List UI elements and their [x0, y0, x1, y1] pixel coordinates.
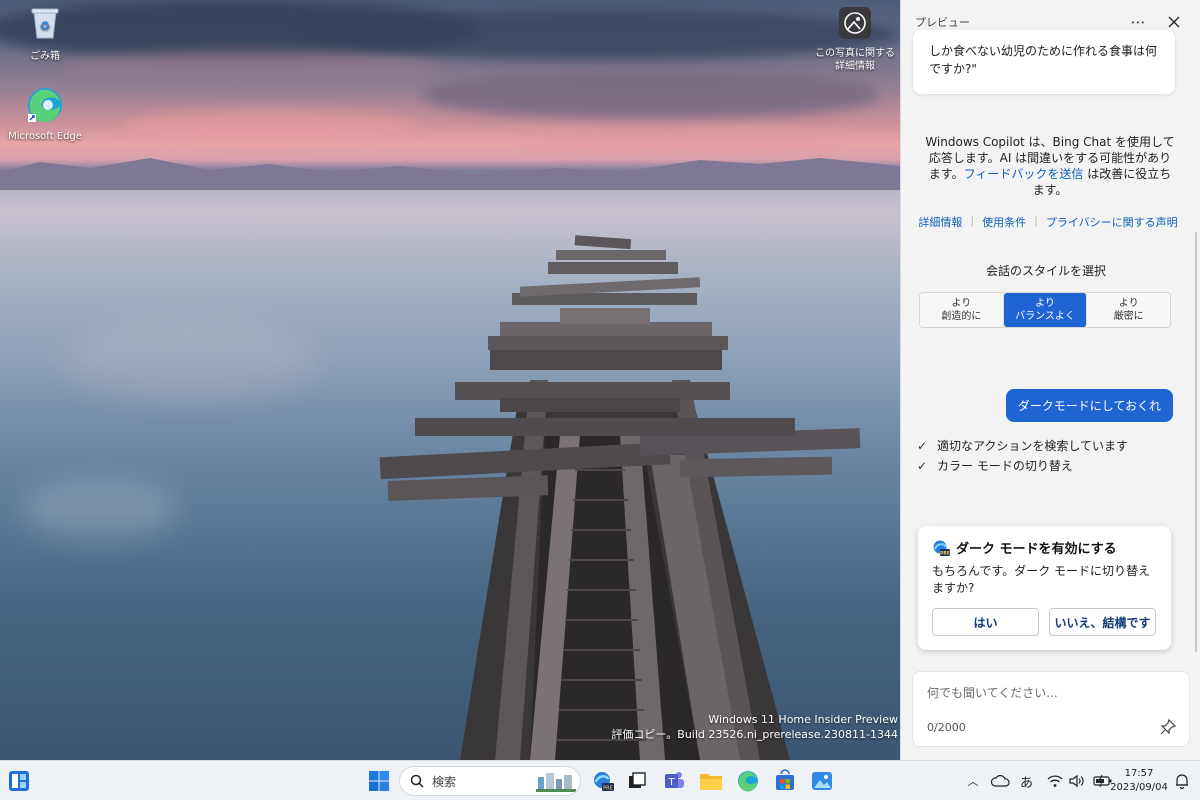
feedback-link[interactable]: フィードバックを送信	[964, 167, 1084, 181]
wifi-icon[interactable]	[1047, 774, 1063, 788]
widgets-button[interactable]	[5, 767, 33, 795]
desktop-icon-recycle-bin[interactable]: ♻ ごみ箱	[5, 6, 85, 62]
style-line2: バランスよく	[1015, 311, 1075, 322]
action-card-title-row: PRE ダーク モードを有効にする	[932, 538, 1157, 557]
link-separator: |	[1034, 214, 1038, 227]
link-separator: |	[970, 214, 975, 227]
search-icon	[410, 774, 424, 788]
system-tray: ︿ あ	[962, 761, 1113, 800]
suggestion-card[interactable]: しか食べない幼児のために作れる食事は何ですか?"	[913, 30, 1175, 94]
taskbar-clock[interactable]: 17:57 2023/09/04	[1108, 767, 1170, 795]
style-precise-button[interactable]: より 厳密に	[1087, 293, 1170, 327]
action-card-body: もちろんです。ダーク モードに切り替えますか?	[932, 564, 1151, 595]
status-text: カラー モードの切り替え	[937, 459, 1073, 473]
ime-indicator[interactable]: あ	[1020, 772, 1033, 791]
style-line1: より	[1035, 298, 1055, 309]
link-privacy[interactable]: プライバシーに関する声明	[1046, 214, 1178, 230]
action-card-title: ダーク モードを有効にする	[956, 542, 1117, 557]
folder-icon	[700, 774, 722, 790]
status-item: ✓ カラー モードの切り替え	[917, 457, 1073, 474]
build-watermark: Windows 11 Home Insider Preview 評価コピー。Bu…	[611, 712, 898, 742]
start-button[interactable]	[365, 767, 393, 795]
watermark-line-2: 評価コピー。Build 23526.ni_prerelease.230811-1…	[611, 728, 898, 741]
photos-button[interactable]	[808, 767, 836, 795]
onedrive-icon[interactable]	[990, 774, 1010, 788]
watermark-line-1: Windows 11 Home Insider Preview	[708, 713, 898, 726]
store-icon	[776, 769, 794, 790]
clock-time: 17:57	[1124, 768, 1154, 779]
yes-button[interactable]: はい	[932, 608, 1039, 636]
copilot-pre-icon: PRE	[933, 540, 950, 556]
action-card-buttons: はい いいえ、結構です	[932, 608, 1156, 636]
chat-input[interactable]	[927, 682, 1167, 704]
desktop-icon-label: ごみ箱	[30, 51, 60, 62]
task-view-icon	[629, 772, 646, 788]
style-balanced-button[interactable]: より バランスよく	[1003, 293, 1088, 327]
status-item: ✓ 適切なアクションを検索しています	[917, 437, 1128, 454]
copilot-pane: プレビュー ⋯ しか食べない幼児のために作れる食事は何ですか?" Windows…	[900, 0, 1200, 760]
disclaimer-text: Windows Copilot は、Bing Chat を使用して応答します。A…	[925, 134, 1175, 198]
photo-info-icon	[839, 7, 871, 39]
edge-icon	[28, 88, 62, 123]
close-icon	[1168, 16, 1180, 28]
chat-input-box: 0/2000	[912, 671, 1190, 747]
conversation-style-selector: より 創造的に より バランスよく より 厳密に	[919, 292, 1171, 328]
style-line2: 厳密に	[1113, 311, 1144, 322]
svg-text:PRE: PRE	[940, 550, 950, 556]
windows-logo-icon	[369, 771, 389, 791]
svg-text:PRE: PRE	[603, 786, 613, 792]
teams-button[interactable]: T	[660, 767, 688, 795]
pin-icon[interactable]	[1159, 718, 1177, 736]
style-line1: より	[1118, 298, 1139, 309]
taskbar-search-box[interactable]: 検索	[399, 766, 581, 796]
file-explorer-button[interactable]	[697, 767, 725, 795]
info-links: 詳細情報 | 使用条件 | プライバシーに関する声明	[913, 214, 1183, 230]
copilot-taskbar-button[interactable]: PRE	[589, 767, 617, 795]
photos-icon	[812, 772, 832, 790]
volume-icon[interactable]	[1069, 774, 1085, 788]
search-highlight-icon	[536, 773, 576, 792]
notification-bell-button[interactable]	[1168, 767, 1196, 795]
clock-date: 2023/09/04	[1110, 782, 1168, 793]
widgets-icon	[9, 771, 29, 791]
user-message-bubble: ダークモードにしておくれ	[1005, 389, 1173, 422]
bell-icon	[1176, 774, 1188, 789]
char-counter: 0/2000	[927, 721, 966, 734]
dark-mode-action-card: PRE ダーク モードを有効にする もちろんです。ダーク モードに切り替えますか…	[918, 526, 1171, 650]
desktop-icon-label: Microsoft Edge	[8, 131, 82, 142]
desktop-icon-edge[interactable]: Microsoft Edge	[5, 86, 85, 142]
search-label: 検索	[432, 774, 457, 789]
task-view-button[interactable]	[623, 767, 651, 795]
status-text: 適切なアクションを検索しています	[937, 439, 1129, 453]
edge-taskbar-button[interactable]	[734, 767, 762, 795]
desktop-icon-photo-info[interactable]: この写真に関する詳細情報	[813, 6, 897, 73]
pane-scrollbar[interactable]	[1195, 232, 1197, 652]
style-creative-button[interactable]: より 創造的に	[920, 293, 1004, 327]
wooden-pier-photo	[379, 235, 861, 760]
desktop-wallpaper: ♻ ごみ箱 Microsoft Edge この写真に関する詳細情報 Window…	[0, 0, 900, 760]
svg-text:T: T	[667, 777, 675, 788]
desktop-icon-label: この写真に関する詳細情報	[815, 48, 895, 72]
more-icon: ⋯	[1130, 13, 1146, 31]
suggestion-text: しか食べない幼児のために作れる食事は何ですか?"	[929, 44, 1158, 76]
link-details[interactable]: 詳細情報	[918, 214, 962, 230]
conversation-style-title: 会話のスタイルを選択	[985, 264, 1106, 278]
checkmark-icon: ✓	[917, 458, 928, 473]
copilot-title: プレビュー	[915, 16, 970, 29]
edge-icon	[738, 771, 758, 792]
checkmark-icon: ✓	[917, 438, 928, 453]
style-line1: より	[951, 298, 972, 309]
teams-icon: T	[665, 772, 684, 788]
store-button[interactable]	[771, 767, 799, 795]
copilot-icon: PRE	[594, 772, 614, 792]
svg-text:♻: ♻	[40, 19, 51, 33]
taskbar: 検索 PRE T ︿ あ 17:57 2023/09/04	[0, 760, 1200, 800]
no-thanks-button[interactable]: いいえ、結構です	[1049, 608, 1156, 636]
style-line2: 創造的に	[941, 311, 982, 322]
recycle-bin-icon: ♻	[31, 8, 59, 39]
link-terms[interactable]: 使用条件	[982, 214, 1026, 230]
chevron-up-icon[interactable]: ︿	[962, 773, 984, 789]
